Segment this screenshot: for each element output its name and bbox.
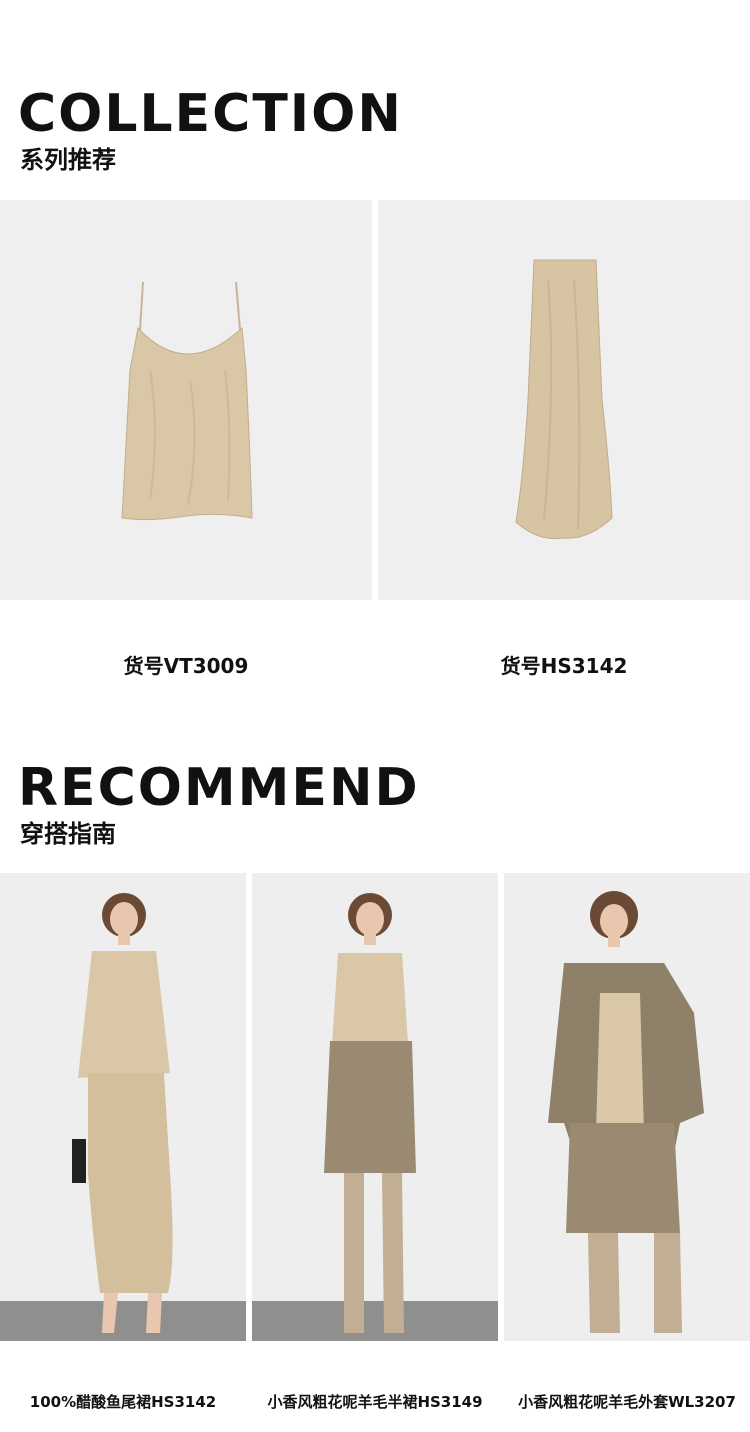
slip-skirt-illustration (515, 259, 613, 540)
look-image-3[interactable] (504, 873, 750, 1341)
look-2-illustration (252, 893, 498, 1341)
product-label-hs3142[interactable]: 货号HS3142 (378, 650, 750, 679)
recommend-subtitle: 穿搭指南 (20, 820, 116, 848)
collection-title: COLLECTION (18, 84, 403, 144)
product-image-slip-skirt[interactable] (378, 200, 750, 600)
look-1-illustration (0, 893, 246, 1341)
look-image-2[interactable] (252, 873, 498, 1341)
look-image-1[interactable] (0, 873, 246, 1341)
look-label-3[interactable]: 小香风粗花呢羊毛外套WL3207 (504, 1391, 750, 1412)
look-label-1[interactable]: 100%醋酸鱼尾裙HS3142 (0, 1391, 246, 1412)
camisole-illustration (121, 281, 253, 521)
product-label-vt3009[interactable]: 货号VT3009 (0, 650, 372, 679)
collection-subtitle: 系列推荐 (20, 146, 116, 174)
recommend-title: RECOMMEND (18, 758, 420, 818)
product-image-camisole[interactable] (0, 200, 372, 600)
look-3-illustration (548, 891, 704, 1333)
look-label-2[interactable]: 小香风粗花呢羊毛半裙HS3149 (252, 1391, 498, 1412)
